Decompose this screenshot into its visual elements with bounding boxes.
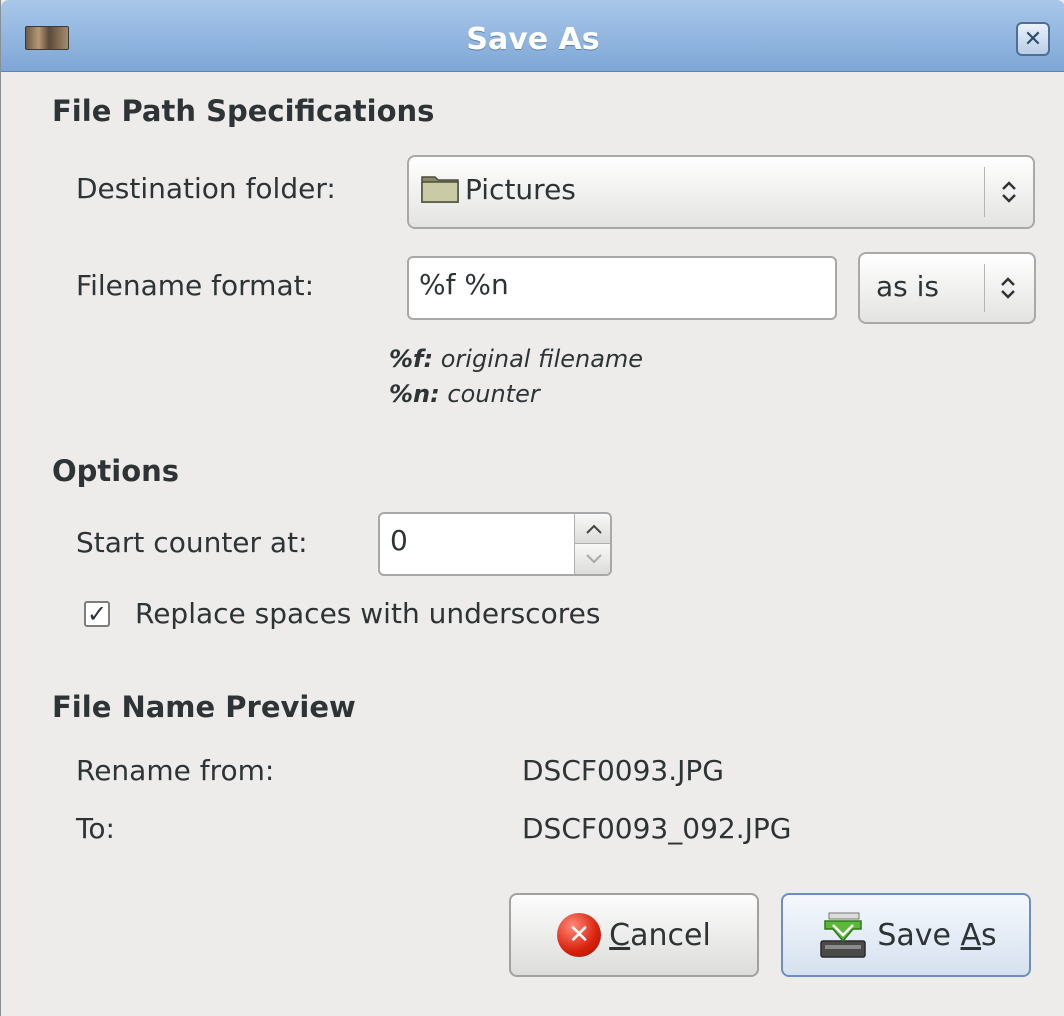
case-option-combo[interactable]: as is	[858, 252, 1036, 324]
start-counter-spinbutton[interactable]	[378, 512, 612, 576]
close-icon: ✕	[1023, 26, 1043, 52]
cancel-button[interactable]: ✕ Cancel	[509, 893, 759, 977]
chevron-up-icon	[585, 524, 602, 534]
folder-icon	[421, 176, 459, 203]
save-icon	[820, 912, 867, 958]
combo-separator	[984, 167, 985, 217]
rename-to-label: To:	[76, 812, 115, 845]
save-as-dialog: Save As ✕ File Path Specifications Desti…	[0, 0, 1064, 1016]
filename-format-label: Filename format:	[76, 269, 315, 302]
checkmark-icon: ✓	[86, 600, 108, 628]
case-option-value: as is	[876, 270, 940, 303]
save-as-label: Save As	[877, 917, 997, 953]
replace-spaces-checkbox[interactable]: ✓	[84, 601, 110, 627]
destination-folder-label: Destination folder:	[76, 172, 336, 205]
hint-key: %f:	[389, 345, 434, 373]
spin-down-button[interactable]	[574, 544, 610, 574]
save-as-button[interactable]: Save As	[781, 893, 1031, 977]
cancel-label: Cancel	[609, 917, 711, 953]
filename-format-field[interactable]	[407, 256, 837, 320]
rename-to-value: DSCF0093_092.JPG	[522, 812, 792, 845]
title-bar[interactable]: Save As ✕	[1, 0, 1064, 72]
chevron-down-icon	[585, 554, 602, 564]
rename-from-label: Rename from:	[76, 754, 275, 787]
hint-text: counter	[447, 380, 540, 408]
cancel-icon: ✕	[557, 913, 602, 957]
preview-heading: File Name Preview	[52, 690, 356, 724]
destination-folder-combo[interactable]: Pictures	[407, 155, 1035, 229]
hint-text: original filename	[440, 345, 644, 373]
filename-format-input[interactable]	[419, 268, 760, 301]
start-counter-input[interactable]	[390, 524, 540, 557]
options-heading: Options	[52, 454, 180, 488]
window-title: Save As	[466, 22, 600, 57]
rename-from-value: DSCF0093.JPG	[522, 754, 724, 787]
hint-counter: %n: counter	[389, 380, 540, 408]
combo-arrows-icon	[988, 254, 1028, 322]
start-counter-label: Start counter at:	[76, 526, 308, 559]
combo-separator	[984, 264, 985, 312]
combo-arrows-icon	[989, 157, 1029, 227]
file-path-heading: File Path Specifications	[52, 94, 435, 128]
spin-up-button[interactable]	[574, 514, 610, 544]
replace-spaces-label[interactable]: Replace spaces with underscores	[135, 597, 600, 630]
close-button[interactable]: ✕	[1016, 22, 1050, 56]
hint-original-filename: %f: original filename	[389, 345, 643, 373]
destination-folder-value: Pictures	[465, 173, 576, 206]
hint-key: %n:	[389, 380, 440, 408]
